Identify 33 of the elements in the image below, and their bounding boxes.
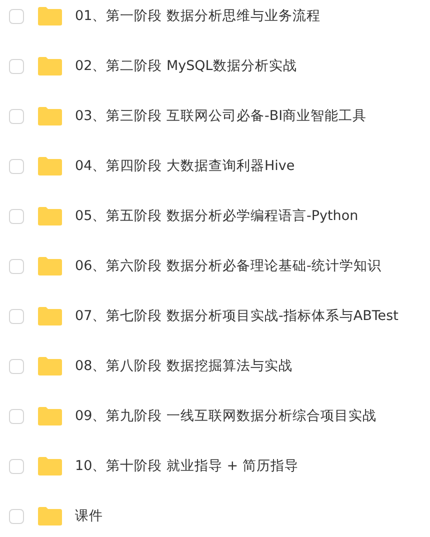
checkbox[interactable] [9,58,24,74]
checkbox[interactable] [9,208,24,224]
checkbox[interactable] [9,258,24,274]
checkbox[interactable] [9,508,24,524]
folder-icon [37,106,63,126]
checkbox[interactable] [9,108,24,124]
folder-name[interactable]: 03、第三阶段 互联网公司必备-BI商业智能工具 [75,107,367,125]
folder-icon [37,256,63,276]
folder-icon [37,456,63,476]
folder-icon [37,406,63,426]
checkbox[interactable] [9,458,24,474]
folder-name[interactable]: 08、第八阶段 数据挖掘算法与实战 [75,357,292,375]
folder-name[interactable]: 课件 [75,507,103,525]
folder-name[interactable]: 06、第六阶段 数据分析必备理论基础-统计学知识 [75,257,382,275]
folder-name[interactable]: 07、第七阶段 数据分析项目实战-指标体系与ABTest [75,307,398,325]
folder-icon [37,356,63,376]
checkbox[interactable] [9,358,24,374]
folder-name[interactable]: 02、第二阶段 MySQL数据分析实战 [75,57,297,75]
folder-icon [37,306,63,326]
folder-icon [37,6,63,26]
folder-name[interactable]: 05、第五阶段 数据分析必学编程语言-Python [75,207,358,225]
folder-icon [37,506,63,526]
folder-name[interactable]: 04、第四阶段 大数据查询利器Hive [75,157,295,175]
checkbox[interactable] [9,8,24,24]
folder-name[interactable]: 10、第十阶段 就业指导 + 简历指导 [75,457,298,475]
folder-name[interactable]: 09、第九阶段 一线互联网数据分析综合项目实战 [75,407,376,425]
folder-icon [37,56,63,76]
checkbox[interactable] [9,408,24,424]
checkbox[interactable] [9,158,24,174]
folder-icon [37,156,63,176]
checkbox[interactable] [9,308,24,324]
folder-icon [37,206,63,226]
folder-name[interactable]: 01、第一阶段 数据分析思维与业务流程 [75,7,320,25]
